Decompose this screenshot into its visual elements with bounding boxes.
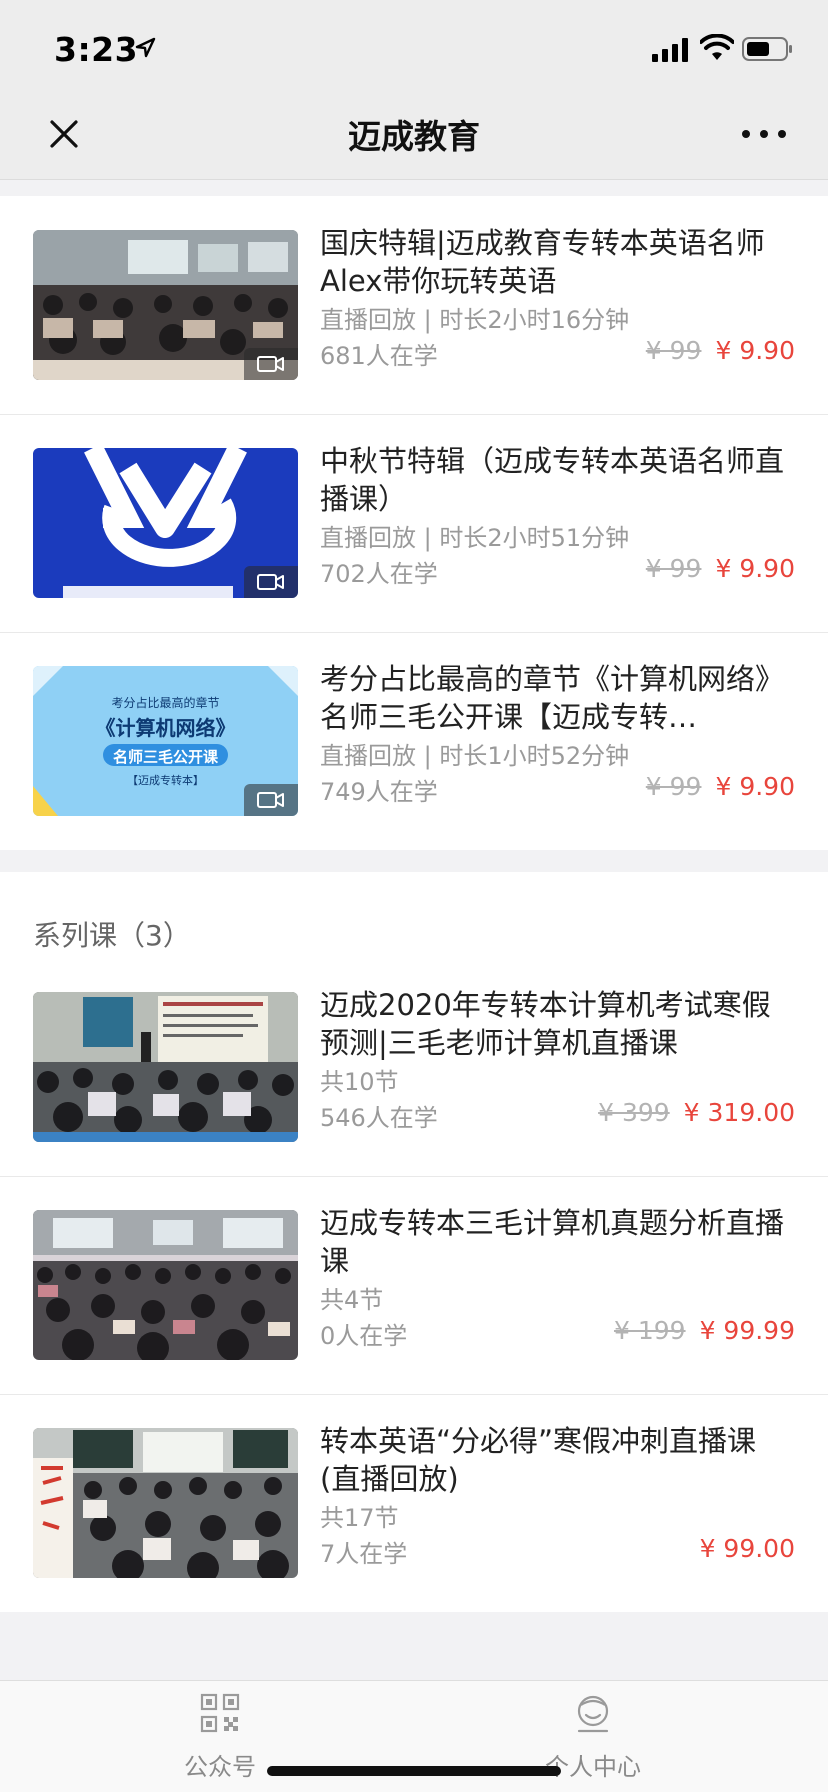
live-course-list: 国庆特辑|迈成教育专转本英语名师Alex带你玩转英语 直播回放 | 时长2小时1… (0, 196, 828, 850)
course-meta: 共4节 (320, 1286, 384, 1314)
course-item[interactable]: 国庆特辑|迈成教育专转本英语名师Alex带你玩转英语 直播回放 | 时长2小时1… (0, 196, 828, 414)
section-heading: 系列课（3） (33, 919, 191, 952)
user-icon (577, 1695, 609, 1733)
course-thumbnail (33, 448, 298, 598)
page-title: 迈成教育 (348, 117, 480, 156)
poster-line1: 考分占比最高的章节 (111, 696, 220, 710)
course-meta: 直播回放 | 时长1小时52分钟 (320, 742, 630, 770)
tab-label: 公众号 (184, 1753, 256, 1781)
course-thumbnail (33, 1210, 298, 1360)
course-title: 转本英语“分必得”寒假冲刺直播课(直播回放) (320, 1424, 757, 1496)
sale-price: ¥ 319.00 (683, 1098, 795, 1127)
battery-icon (742, 37, 792, 61)
course-prices: ¥ 99 ¥ 9.90 (646, 336, 795, 365)
hall-photo-image (33, 1210, 298, 1360)
course-learners: 702人在学 (320, 560, 438, 588)
lecture-photo-image (33, 992, 298, 1142)
sale-price: ¥ 9.90 (715, 336, 795, 365)
qrcode-icon (200, 1693, 240, 1733)
sale-price: ¥ 99.00 (699, 1534, 795, 1563)
series-course-item[interactable]: 迈成2020年专转本计算机考试寒假预测|三毛老师计算机直播课 共10节 546人… (0, 958, 828, 1176)
course-learners: 7人在学 (320, 1540, 408, 1568)
video-camera-icon (257, 356, 284, 372)
wifi-icon (700, 34, 734, 60)
course-title: 国庆特辑|迈成教育专转本英语名师Alex带你玩转英语 (320, 226, 765, 298)
course-prices: ¥ 399 ¥ 319.00 (598, 1098, 795, 1127)
course-prices: ¥ 199 ¥ 99.99 (614, 1316, 795, 1345)
nav-bar: 迈成教育 (0, 96, 828, 180)
course-learners: 0人在学 (320, 1322, 408, 1350)
sale-price: ¥ 9.90 (715, 772, 795, 801)
original-price: ¥ 99 (645, 554, 702, 583)
series-course-list: 系列课（3） 迈成2020年专转本计算机考试寒假预测|三毛老师计算机直播课 共1… (0, 872, 828, 1612)
series-course-item[interactable]: 转本英语“分必得”寒假冲刺直播课(直播回放) 共17节 7人在学 ¥ 99.00 (0, 1394, 828, 1612)
video-badge (244, 784, 298, 816)
video-camera-icon (257, 574, 284, 590)
original-price: ¥ 199 (613, 1316, 686, 1345)
course-prices: ¥ 99 ¥ 9.90 (646, 554, 795, 583)
home-indicator (267, 1766, 561, 1776)
course-learners: 749人在学 (320, 778, 438, 806)
course-title: 中秋节特辑（迈成专转本英语名师直播课） (320, 444, 785, 516)
course-prices: ¥ 99 ¥ 9.90 (646, 772, 795, 801)
course-thumbnail (33, 230, 298, 380)
original-price: ¥ 99 (645, 772, 702, 801)
course-title: 迈成2020年专转本计算机考试寒假预测|三毛老师计算机直播课 (320, 988, 771, 1060)
sale-price: ¥ 99.99 (699, 1316, 795, 1345)
more-icon[interactable] (740, 122, 788, 146)
course-item[interactable]: 中秋节特辑（迈成专转本英语名师直播课） 直播回放 | 时长2小时51分钟 702… (0, 414, 828, 632)
location-arrow-icon (135, 37, 156, 58)
course-learners: 546人在学 (320, 1104, 438, 1132)
sale-price: ¥ 9.90 (715, 554, 795, 583)
original-price: ¥ 99 (645, 336, 702, 365)
video-camera-icon (257, 792, 284, 808)
course-meta: 共17节 (320, 1504, 399, 1532)
course-item[interactable]: 考分占比最高的章节 《计算机网络》 名师三毛公开课 【迈成专转本】 考分占比最高… (0, 632, 828, 850)
course-prices: ¥ 99.00 (700, 1534, 795, 1563)
course-title: 考分占比最高的章节《计算机网络》名师三毛公开课【迈成专转… (320, 662, 785, 734)
poster-line2: 《计算机网络》 (95, 716, 236, 740)
signal-icon (652, 38, 688, 62)
course-title: 迈成专转本三毛计算机真题分析直播课 (320, 1206, 785, 1278)
course-meta: 直播回放 | 时长2小时51分钟 (320, 524, 630, 552)
page: 3:23 迈成教育 国庆特辑|迈成教育专转本英语名师Alex带你玩转英语 直播回… (0, 0, 828, 1792)
course-learners: 681人在学 (320, 342, 438, 370)
video-badge (244, 348, 298, 380)
original-price: ¥ 399 (598, 1098, 670, 1127)
course-meta: 共10节 (320, 1068, 399, 1096)
poster-line3: 名师三毛公开课 (112, 748, 218, 766)
course-thumbnail (33, 992, 298, 1142)
tab-label: 个人中心 (545, 1753, 641, 1781)
status-bar: 3:23 (0, 0, 828, 96)
course-thumbnail: 考分占比最高的章节 《计算机网络》 名师三毛公开课 【迈成专转本】 (33, 666, 298, 816)
video-badge (244, 566, 298, 598)
course-meta: 直播回放 | 时长2小时16分钟 (320, 306, 630, 334)
series-course-item[interactable]: 迈成专转本三毛计算机真题分析直播课 共4节 0人在学 ¥ 199 ¥ 99.99 (0, 1176, 828, 1394)
class-photo-image (33, 1428, 298, 1578)
course-thumbnail (33, 1428, 298, 1578)
status-time: 3:23 (54, 30, 139, 69)
